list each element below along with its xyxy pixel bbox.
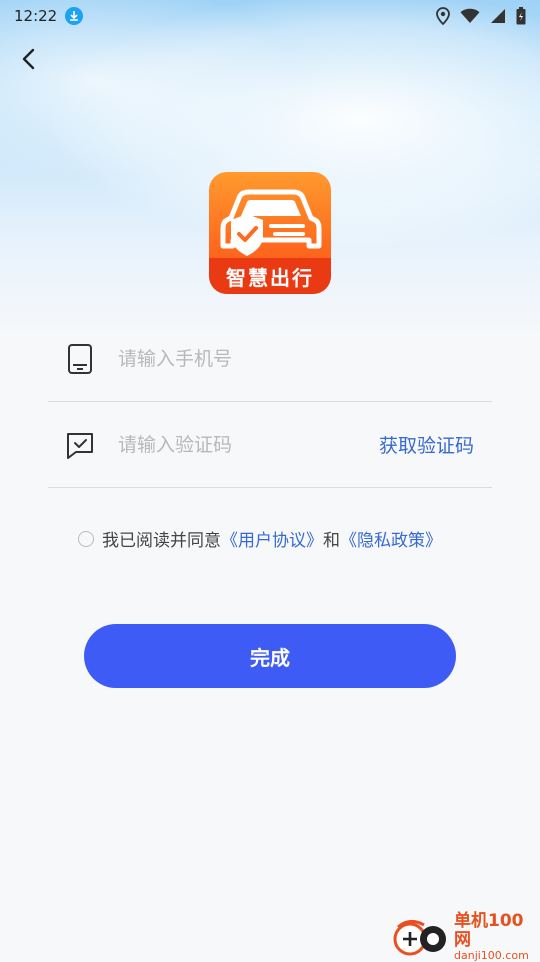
status-icons — [436, 7, 526, 25]
status-bar: 12:22 — [0, 0, 540, 32]
code-input[interactable] — [118, 433, 379, 456]
agreement-checkbox[interactable] — [78, 530, 94, 547]
phone-icon — [65, 343, 95, 374]
watermark: 单机100网 danji100.com — [392, 912, 538, 961]
location-icon — [436, 7, 450, 25]
logo-text: 智慧出行 — [226, 265, 314, 290]
agreement-conjunction: 和 — [323, 531, 340, 551]
agreement-row: 我已阅读并同意 《用户协议》 和 《隐私政策》 — [78, 526, 442, 551]
battery-icon — [516, 7, 526, 25]
status-time: 12:22 — [14, 7, 58, 25]
agreement-prefix: 我已阅读并同意 — [102, 531, 221, 551]
download-icon — [65, 7, 84, 25]
done-button[interactable]: 完成 — [84, 624, 456, 688]
code-field-row: 获取验证码 — [48, 402, 492, 488]
wifi-icon — [460, 8, 480, 23]
back-button[interactable] — [14, 44, 44, 74]
logo-band: 智慧出行 — [209, 258, 331, 294]
user-agreement-link[interactable]: 《用户协议》 — [221, 526, 323, 551]
signal-icon — [491, 9, 505, 23]
watermark-text: 单机100网 danji100.com — [454, 912, 538, 961]
phone-field-row — [48, 316, 492, 402]
watermark-name: 单机100网 — [454, 911, 524, 950]
app-logo: 智慧出行 — [209, 172, 331, 294]
message-check-icon — [65, 430, 95, 460]
phone-input[interactable] — [118, 347, 492, 370]
watermark-logo-icon — [392, 917, 450, 957]
chevron-left-icon — [22, 48, 35, 70]
privacy-policy-link[interactable]: 《隐私政策》 — [340, 526, 442, 551]
car-shield-icon — [220, 189, 322, 256]
get-code-button[interactable]: 获取验证码 — [379, 431, 474, 458]
